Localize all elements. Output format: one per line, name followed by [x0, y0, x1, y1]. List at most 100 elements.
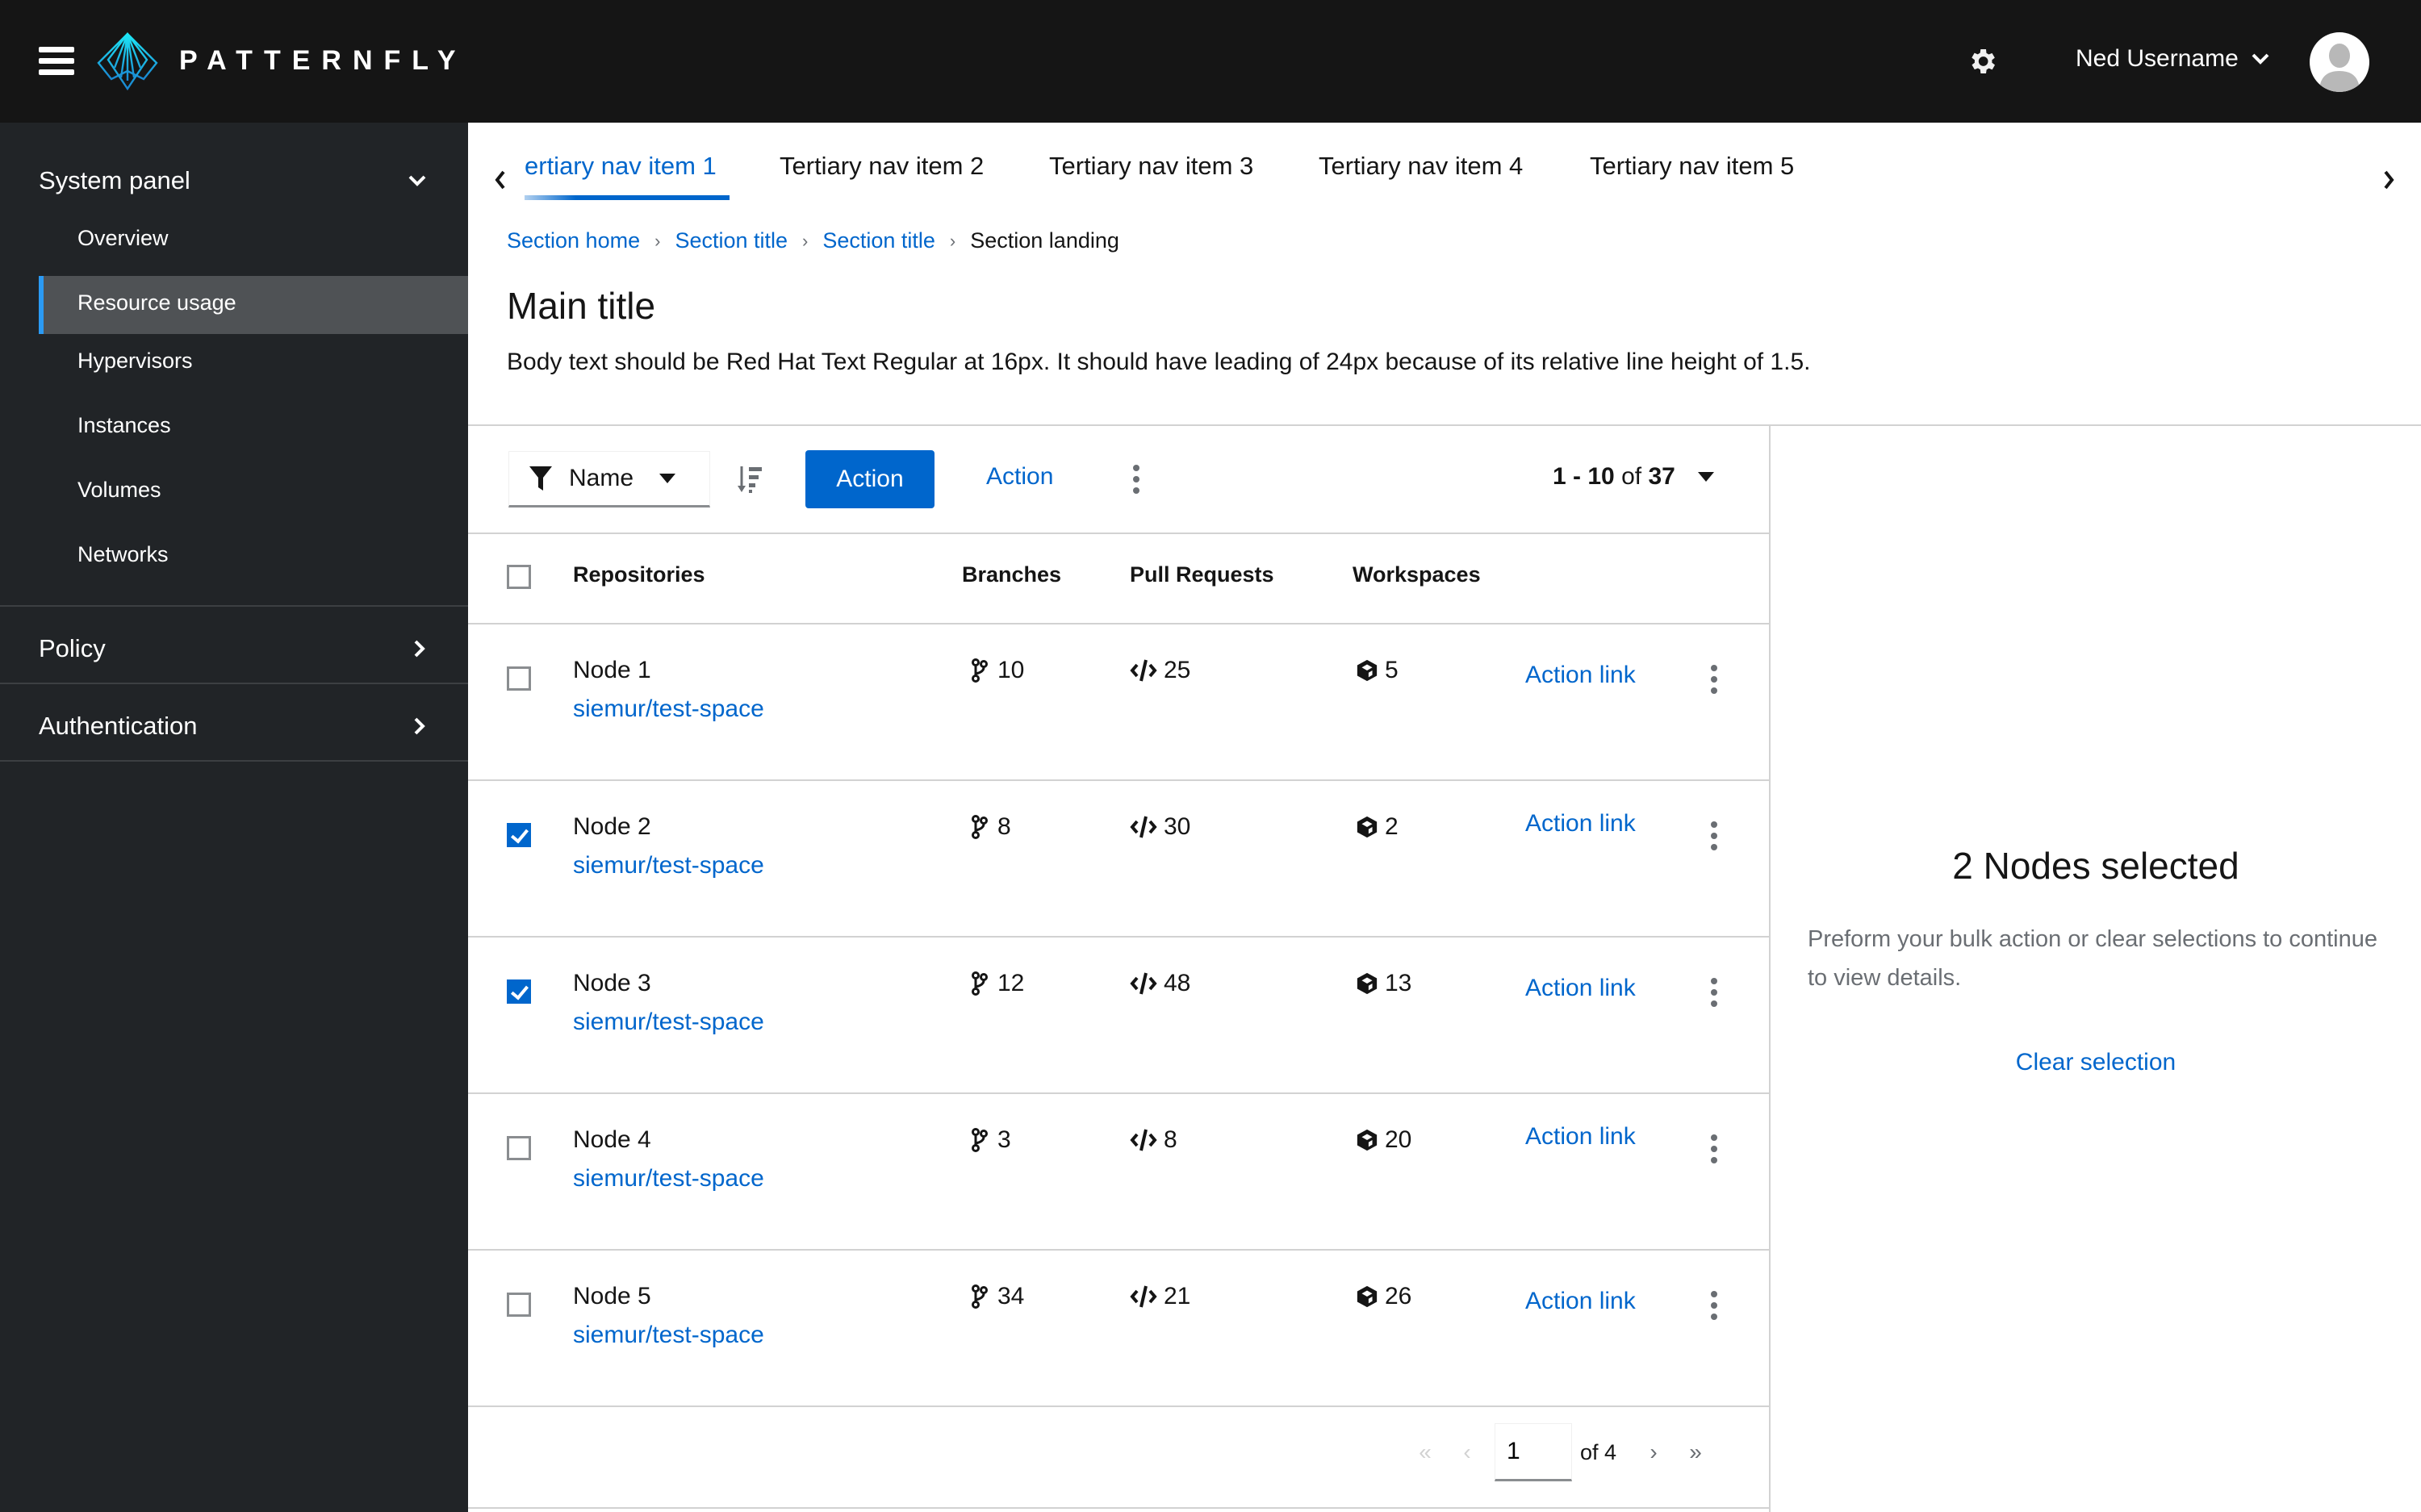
tab-tertiary-nav-item-5[interactable]: Tertiary nav item 5 [1590, 152, 1794, 181]
hamburger-icon[interactable] [39, 47, 74, 76]
select-all-checkbox[interactable] [507, 565, 531, 589]
row-action-link[interactable]: Action link [1525, 810, 1636, 837]
node-name: Node 2 [573, 813, 651, 840]
column-header-branches[interactable]: Branches [962, 562, 1061, 587]
row-action-link[interactable]: Action link [1525, 1288, 1636, 1315]
filter-icon [529, 466, 552, 491]
code-branch-icon [972, 1284, 988, 1309]
code-icon [1130, 1285, 1157, 1308]
workspaces-count: 13 [1385, 970, 1412, 996]
row-action-link[interactable]: Action link [1525, 662, 1636, 689]
code-icon [1130, 972, 1157, 995]
pull-requests-count: 30 [1164, 813, 1191, 840]
column-header-pull-requests[interactable]: Pull Requests [1130, 562, 1274, 587]
row-select-checkbox[interactable] [507, 823, 531, 847]
sidebar-item-resource-usage[interactable]: Resource usage [77, 290, 236, 315]
branches-cell: 3 [968, 1126, 1011, 1154]
breadcrumb-separator-icon: › [802, 230, 809, 251]
chevron-down-icon [408, 175, 426, 186]
tabs-scroll-right-icon[interactable] [2382, 169, 2395, 190]
avatar[interactable] [2310, 32, 2369, 92]
sidebar-group-label: System panel [39, 166, 190, 194]
previous-page-icon: ‹ [1463, 1439, 1471, 1464]
row-kebab-icon[interactable] [1708, 821, 1719, 850]
row-kebab-icon[interactable] [1708, 1134, 1719, 1163]
caret-down-icon [1697, 472, 1714, 482]
pagination-summary-toggle[interactable]: 1 - 10 of 37 [1553, 463, 1714, 491]
masthead: PATTERNFLY Ned Username [0, 0, 2421, 123]
pull-requests-cell: 25 [1130, 657, 1190, 684]
sidebar-group-policy[interactable]: Policy [39, 634, 426, 663]
repository-link[interactable]: siemur/test-space [573, 1165, 764, 1192]
breadcrumb-separator-icon: › [949, 230, 956, 251]
cube-icon [1357, 1285, 1378, 1308]
repository-link[interactable]: siemur/test-space [573, 852, 764, 879]
row-select-checkbox[interactable] [507, 1136, 531, 1160]
code-icon [1130, 659, 1157, 682]
gear-icon[interactable] [1966, 45, 1998, 77]
page-title: Main title [507, 285, 656, 327]
repository-link[interactable]: siemur/test-space [573, 1322, 764, 1349]
workspaces-count: 20 [1385, 1126, 1412, 1153]
clear-selection-link[interactable]: Clear selection [1771, 1049, 2421, 1076]
row-kebab-icon[interactable] [1708, 1291, 1719, 1320]
row-divider [468, 1092, 1769, 1094]
sidebar-item-instances[interactable]: Instances [77, 413, 171, 438]
cube-icon [1357, 659, 1378, 682]
page-count: of 4 [1580, 1439, 1617, 1464]
row-action-link[interactable]: Action link [1525, 975, 1636, 1002]
chevron-right-icon [414, 640, 425, 658]
pull-requests-count: 21 [1164, 1283, 1191, 1309]
sidebar-item-overview[interactable]: Overview [77, 226, 169, 251]
workspaces-cell: 5 [1356, 657, 1399, 684]
first-page-icon: « [1419, 1439, 1432, 1464]
row-kebab-icon[interactable] [1708, 978, 1719, 1007]
breadcrumb-link-section-title-2[interactable]: Section title [822, 228, 935, 253]
tabs-scroll-left-icon[interactable] [494, 169, 507, 190]
tab-tertiary-nav-item-2[interactable]: Tertiary nav item 2 [780, 152, 984, 181]
row-select-checkbox[interactable] [507, 1293, 531, 1317]
column-header-repositories[interactable]: Repositories [573, 562, 705, 587]
secondary-action-button[interactable]: Action [986, 463, 1053, 491]
caret-down-icon [659, 474, 676, 483]
user-menu-toggle[interactable]: Ned Username [2076, 45, 2269, 73]
repository-link[interactable]: siemur/test-space [573, 1009, 764, 1036]
column-header-workspaces[interactable]: Workspaces [1353, 562, 1481, 587]
tab-tertiary-nav-item-3[interactable]: Tertiary nav item 3 [1049, 152, 1253, 181]
workspaces-cell: 26 [1356, 1283, 1411, 1310]
pagination-divider [468, 1507, 1769, 1509]
current-page-input[interactable] [1495, 1423, 1572, 1481]
branches-cell: 10 [968, 657, 1024, 684]
tab-tertiary-nav-item-4[interactable]: Tertiary nav item 4 [1319, 152, 1523, 181]
workspaces-count: 5 [1385, 657, 1399, 683]
row-kebab-icon[interactable] [1708, 665, 1719, 694]
toolbar-kebab-icon[interactable] [1130, 465, 1141, 494]
sidebar-item-networks[interactable]: Networks [77, 542, 169, 567]
sidebar-item-hypervisors[interactable]: Hypervisors [77, 349, 193, 374]
sidebar-item-volumes[interactable]: Volumes [77, 478, 161, 503]
primary-action-button[interactable]: Action [805, 450, 935, 508]
row-select-checkbox[interactable] [507, 979, 531, 1004]
sidebar-group-system-panel[interactable]: System panel [39, 166, 426, 195]
node-name: Node 4 [573, 1126, 651, 1153]
sidebar-nav: System panel Overview Resource usage Hyp… [0, 123, 468, 1512]
chevron-right-icon [414, 717, 425, 735]
filter-dropdown[interactable]: Name [508, 451, 710, 507]
drawer-description: Preform your bulk action or clear select… [1808, 926, 2378, 991]
sort-icon[interactable] [736, 465, 765, 494]
breadcrumb-link-section-home[interactable]: Section home [507, 228, 640, 253]
row-select-checkbox[interactable] [507, 666, 531, 691]
user-name: Ned Username [2076, 45, 2239, 72]
node-name: Node 3 [573, 970, 651, 996]
drawer-title: 2 Nodes selected [1952, 845, 2239, 887]
breadcrumb-link-section-title[interactable]: Section title [675, 228, 788, 253]
tab-tertiary-nav-item-1[interactable]: ertiary nav item 1 [525, 152, 717, 181]
sidebar-group-authentication[interactable]: Authentication [39, 712, 426, 741]
workspaces-cell: 20 [1356, 1126, 1411, 1154]
breadcrumb: Section home › Section title › Section t… [507, 228, 1119, 253]
repository-link[interactable]: siemur/test-space [573, 695, 764, 723]
row-action-link[interactable]: Action link [1525, 1123, 1636, 1151]
next-page-icon[interactable]: › [1633, 1439, 1675, 1465]
sidebar-divider [0, 605, 468, 607]
last-page-icon[interactable]: » [1675, 1439, 1716, 1465]
